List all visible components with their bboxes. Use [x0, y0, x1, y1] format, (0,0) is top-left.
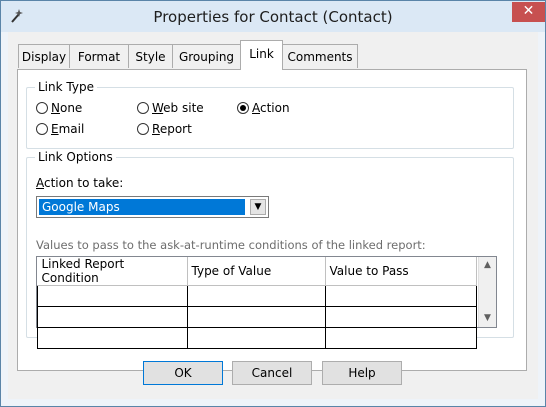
tab-format[interactable]: Format — [69, 44, 129, 68]
radio-email-label: Email — [51, 122, 85, 136]
grid-cell[interactable] — [186, 285, 326, 307]
radio-email[interactable]: Email — [36, 121, 84, 137]
grid-cell[interactable] — [186, 306, 326, 328]
radio-none[interactable]: None — [36, 100, 82, 116]
radio-button-icon — [36, 123, 48, 135]
grid-vertical-scrollbar[interactable]: ▲ ▼ — [478, 257, 496, 327]
column-header-type-of-value[interactable]: Type of Value — [187, 257, 326, 286]
grid-cell[interactable] — [324, 327, 477, 349]
tab-style[interactable]: Style — [128, 44, 173, 68]
grid-cell[interactable] — [37, 285, 188, 307]
link-options-group: Link Options Action to take: Google Maps… — [26, 150, 514, 349]
tab-link[interactable]: Link — [240, 40, 283, 70]
title-bar[interactable]: Properties for Contact (Contact) ✕ — [1, 1, 545, 32]
table-row — [37, 285, 477, 307]
column-header-linked-report-condition[interactable]: Linked Report Condition — [37, 257, 188, 286]
values-hint-text: Values to pass to the ask-at-runtime con… — [36, 238, 426, 252]
dialog-body: Display Format Style Grouping Link Comme… — [8, 32, 538, 399]
link-tab-panel: Link Type None Web site Action Email Rep… — [17, 69, 527, 371]
link-type-label: Link Type — [35, 80, 97, 94]
close-icon: ✕ — [522, 3, 535, 19]
radio-button-selected-icon — [237, 102, 249, 114]
tab-grouping[interactable]: Grouping — [172, 44, 241, 68]
grid-cell[interactable] — [37, 327, 188, 349]
scroll-up-icon[interactable]: ▲ — [479, 257, 496, 274]
tab-display[interactable]: Display — [18, 44, 70, 68]
tab-comments[interactable]: Comments — [282, 44, 358, 68]
close-button[interactable]: ✕ — [512, 2, 545, 22]
cancel-button[interactable]: Cancel — [232, 361, 312, 385]
radio-none-label: None — [51, 101, 83, 115]
chevron-down-icon[interactable]: ▼ — [250, 199, 266, 215]
grid-header-row: Linked Report Condition Type of Value Va… — [37, 257, 477, 286]
column-header-value-to-pass[interactable]: Value to Pass — [325, 257, 477, 286]
radio-action[interactable]: Action — [237, 100, 290, 116]
radio-button-icon — [137, 102, 149, 114]
grid-cell[interactable] — [186, 327, 326, 349]
window-title: Properties for Contact (Contact) — [153, 8, 393, 26]
grid-cell[interactable] — [324, 306, 477, 328]
grid-cell[interactable] — [324, 285, 477, 307]
link-options-label: Link Options — [35, 150, 116, 164]
action-select-value: Google Maps — [39, 199, 245, 215]
grid-cell[interactable] — [37, 306, 188, 328]
radio-report[interactable]: Report — [137, 121, 192, 137]
action-to-take-label: Action to take: — [36, 176, 124, 190]
link-type-group: Link Type None Web site Action Email Rep… — [26, 80, 514, 149]
conditions-grid[interactable]: Linked Report Condition Type of Value Va… — [36, 256, 497, 349]
ok-button[interactable]: OK — [143, 361, 223, 385]
radio-button-icon — [36, 102, 48, 114]
radio-button-icon — [137, 123, 149, 135]
table-row — [37, 327, 477, 349]
radio-report-label: Report — [152, 122, 192, 136]
scroll-down-icon[interactable]: ▼ — [479, 310, 496, 327]
table-row — [37, 306, 477, 328]
help-button[interactable]: Help — [322, 361, 402, 385]
properties-dialog: Properties for Contact (Contact) ✕ Displ… — [0, 0, 546, 407]
radio-web-site[interactable]: Web site — [137, 100, 204, 116]
radio-action-label: Action — [252, 101, 290, 115]
action-select[interactable]: Google Maps ▼ — [36, 196, 269, 218]
radio-web-site-label: Web site — [152, 101, 204, 115]
